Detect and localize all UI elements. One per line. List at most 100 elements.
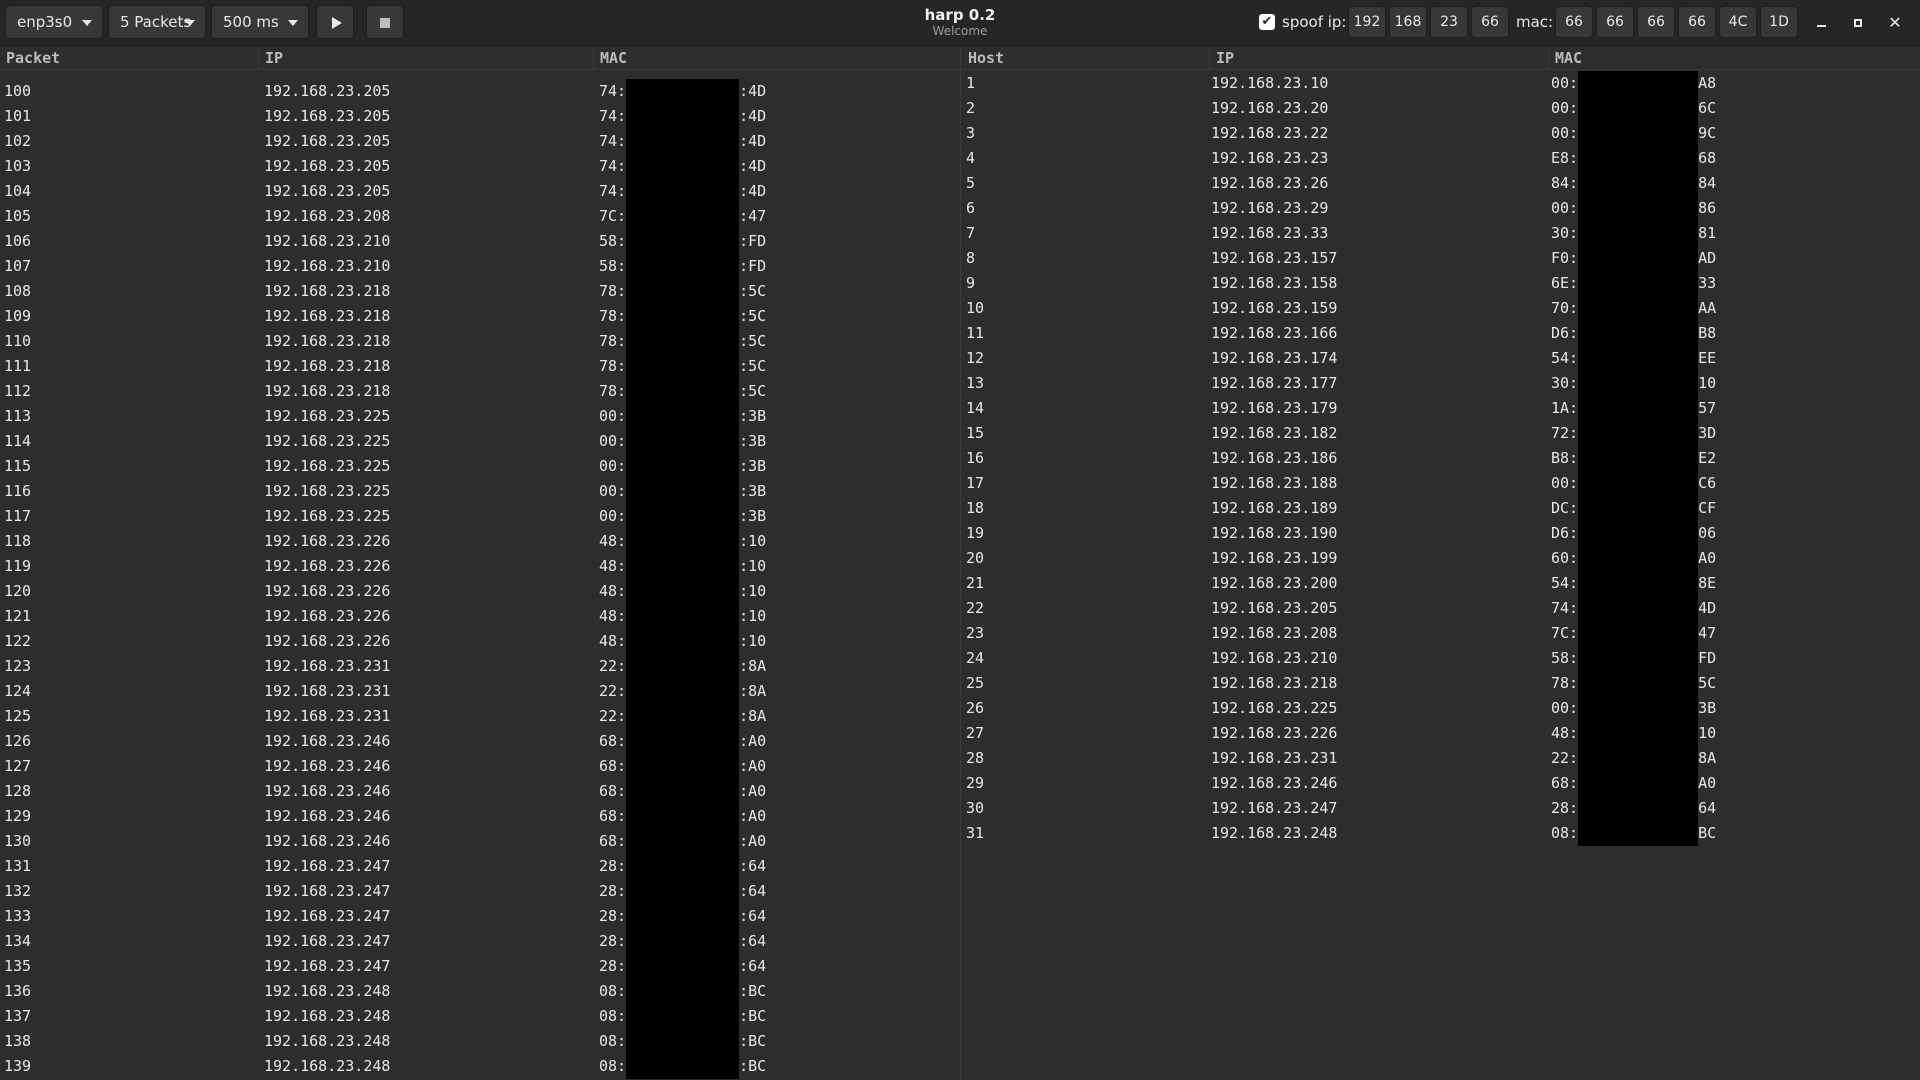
host-ip: 192.168.23.174 <box>1211 349 1338 367</box>
spoof-mac-byte-3[interactable]: 66 <box>1637 6 1675 38</box>
host-row[interactable]: 21 192.168.23.200 54: 8E <box>962 571 1920 596</box>
host-row[interactable]: 29 192.168.23.246 68: A0 <box>962 771 1920 796</box>
host-row[interactable]: 16 192.168.23.186 B8: E2 <box>962 446 1920 471</box>
interface-dropdown[interactable]: enp3s0 <box>5 5 103 39</box>
packet-row[interactable]: 109 192.168.23.218 78::5C <box>0 304 960 329</box>
packet-row[interactable]: 108 192.168.23.218 78::5C <box>0 279 960 304</box>
packet-row[interactable]: 125 192.168.23.231 22::8A <box>0 704 960 729</box>
host-row[interactable]: 13 192.168.23.177 30: 10 <box>962 371 1920 396</box>
packet-row[interactable]: 132 192.168.23.247 28::64 <box>0 879 960 904</box>
packet-row[interactable]: 112 192.168.23.218 78::5C <box>0 379 960 404</box>
spoof-ip-octet-1[interactable]: 192 <box>1348 6 1386 38</box>
host-row[interactable]: 3 192.168.23.22 00: 9C <box>962 121 1920 146</box>
host-row[interactable]: 25 192.168.23.218 78: 5C <box>962 671 1920 696</box>
packet-row[interactable]: 139 192.168.23.248 08::BC <box>0 1054 960 1079</box>
host-row[interactable]: 22 192.168.23.205 74: 4D <box>962 596 1920 621</box>
host-row[interactable]: 14 192.168.23.179 1A: 57 <box>962 396 1920 421</box>
packet-row[interactable]: 136 192.168.23.248 08::BC <box>0 979 960 1004</box>
spoof-ip-octet-3[interactable]: 23 <box>1430 6 1468 38</box>
host-row[interactable]: 28 192.168.23.231 22: 8A <box>962 746 1920 771</box>
packet-row[interactable]: 130 192.168.23.246 68::A0 <box>0 829 960 854</box>
spoof-mac-byte-2[interactable]: 66 <box>1596 6 1634 38</box>
packet-row[interactable]: 118 192.168.23.226 48::10 <box>0 529 960 554</box>
packet-row[interactable]: 133 192.168.23.247 28::64 <box>0 904 960 929</box>
spoof-checkbox[interactable]: ✔ <box>1259 14 1275 30</box>
packet-row[interactable]: 102 192.168.23.205 74::4D <box>0 129 960 154</box>
host-row[interactable]: 1 192.168.23.10 00: A8 <box>962 71 1920 96</box>
spoof-ip-octet-4[interactable]: 66 <box>1471 6 1509 38</box>
packet-row[interactable]: 115 192.168.23.225 00::3B <box>0 454 960 479</box>
host-row[interactable]: 6 192.168.23.29 00: 86 <box>962 196 1920 221</box>
packet-row[interactable]: 103 192.168.23.205 74::4D <box>0 154 960 179</box>
packet-row[interactable]: 129 192.168.23.246 68::A0 <box>0 804 960 829</box>
packet-row[interactable]: 121 192.168.23.226 48::10 <box>0 604 960 629</box>
packet-row[interactable]: 124 192.168.23.231 22::8A <box>0 679 960 704</box>
packet-row[interactable]: 128 192.168.23.246 68::A0 <box>0 779 960 804</box>
host-row[interactable]: 30 192.168.23.247 28: 64 <box>962 796 1920 821</box>
host-mac-suffix: EE <box>1698 349 1717 367</box>
packets-col-ip[interactable]: IP <box>259 47 594 69</box>
packet-row[interactable]: 114 192.168.23.225 00::3B <box>0 429 960 454</box>
host-row[interactable]: 15 192.168.23.182 72: 3D <box>962 421 1920 446</box>
packet-row[interactable]: 107 192.168.23.210 58::FD <box>0 254 960 279</box>
packet-row[interactable]: 120 192.168.23.226 48::10 <box>0 579 960 604</box>
packet-row[interactable]: 117 192.168.23.225 00::3B <box>0 504 960 529</box>
hosts-col-mac[interactable]: MAC <box>1549 47 1920 69</box>
packet-row[interactable]: 134 192.168.23.247 28::64 <box>0 929 960 954</box>
spoof-mac-byte-6[interactable]: 1D <box>1760 6 1798 38</box>
host-row[interactable]: 4 192.168.23.23 E8: 68 <box>962 146 1920 171</box>
packet-row[interactable]: 123 192.168.23.231 22::8A <box>0 654 960 679</box>
packets-col-mac[interactable]: MAC <box>594 47 960 69</box>
packet-row[interactable]: 138 192.168.23.248 08::BC <box>0 1029 960 1054</box>
host-row[interactable]: 2 192.168.23.20 00: 6C <box>962 96 1920 121</box>
host-row[interactable]: 24 192.168.23.210 58: FD <box>962 646 1920 671</box>
packet-row[interactable]: 104 192.168.23.205 74::4D <box>0 179 960 204</box>
host-row[interactable]: 23 192.168.23.208 7C: 47 <box>962 621 1920 646</box>
maximize-button[interactable] <box>1846 11 1870 35</box>
interval-dropdown[interactable]: 500 ms <box>211 5 309 39</box>
host-row[interactable]: 20 192.168.23.199 60: A0 <box>962 546 1920 571</box>
host-row[interactable]: 12 192.168.23.174 54: EE <box>962 346 1920 371</box>
packet-row[interactable]: 137 192.168.23.248 08::BC <box>0 1004 960 1029</box>
packet-row[interactable]: 106 192.168.23.210 58::FD <box>0 229 960 254</box>
host-row[interactable]: 19 192.168.23.190 D6: 06 <box>962 521 1920 546</box>
packets-dropdown[interactable]: 5 Packets <box>108 5 206 39</box>
packet-row[interactable]: 127 192.168.23.246 68::A0 <box>0 754 960 779</box>
host-row[interactable]: 17 192.168.23.188 00: C6 <box>962 471 1920 496</box>
packet-row[interactable]: 105 192.168.23.208 7C::47 <box>0 204 960 229</box>
packets-col-packet[interactable]: Packet <box>0 47 259 69</box>
host-row[interactable]: 5 192.168.23.26 84: 84 <box>962 171 1920 196</box>
host-row[interactable]: 8 192.168.23.157 F0: AD <box>962 246 1920 271</box>
hosts-pane[interactable]: Host IP MAC 1 192.168.23.10 00: A8 2 192.168.… <box>962 47 1920 1080</box>
close-button[interactable]: ✕ <box>1883 11 1907 35</box>
spoof-ip-octet-2[interactable]: 168 <box>1389 6 1427 38</box>
host-row[interactable]: 10 192.168.23.159 70: AA <box>962 296 1920 321</box>
host-row[interactable]: 27 192.168.23.226 48: 10 <box>962 721 1920 746</box>
host-row[interactable]: 31 192.168.23.248 08: BC <box>962 821 1920 846</box>
host-row[interactable]: 7 192.168.23.33 30: 81 <box>962 221 1920 246</box>
packet-row[interactable]: 119 192.168.23.226 48::10 <box>0 554 960 579</box>
hosts-col-ip[interactable]: IP <box>1210 47 1549 69</box>
spoof-mac-byte-5[interactable]: 4C <box>1719 6 1757 38</box>
stop-button[interactable] <box>366 5 404 39</box>
host-row[interactable]: 18 192.168.23.189 DC: CF <box>962 496 1920 521</box>
packet-row[interactable]: 111 192.168.23.218 78::5C <box>0 354 960 379</box>
minimize-button[interactable] <box>1809 11 1833 35</box>
packets-pane[interactable]: Packet IP MAC 100 192.168.23.205 74::4D 101… <box>0 47 961 1080</box>
spoof-mac-byte-1[interactable]: 66 <box>1555 6 1593 38</box>
hosts-col-host[interactable]: Host <box>962 47 1210 69</box>
packet-row[interactable]: 122 192.168.23.226 48::10 <box>0 629 960 654</box>
packet-row[interactable]: 101 192.168.23.205 74::4D <box>0 104 960 129</box>
packet-row[interactable]: 113 192.168.23.225 00::3B <box>0 404 960 429</box>
packet-row[interactable]: 100 192.168.23.205 74::4D <box>0 79 960 104</box>
play-button[interactable] <box>316 5 354 39</box>
host-row[interactable]: 9 192.168.23.158 6E: 33 <box>962 271 1920 296</box>
packet-row[interactable]: 135 192.168.23.247 28::64 <box>0 954 960 979</box>
packet-row[interactable]: 126 192.168.23.246 68::A0 <box>0 729 960 754</box>
host-row[interactable]: 26 192.168.23.225 00: 3B <box>962 696 1920 721</box>
host-row[interactable]: 11 192.168.23.166 D6: B8 <box>962 321 1920 346</box>
spoof-mac-byte-4[interactable]: 66 <box>1678 6 1716 38</box>
packet-row[interactable]: 116 192.168.23.225 00::3B <box>0 479 960 504</box>
packet-row[interactable]: 110 192.168.23.218 78::5C <box>0 329 960 354</box>
packet-row[interactable]: 131 192.168.23.247 28::64 <box>0 854 960 879</box>
